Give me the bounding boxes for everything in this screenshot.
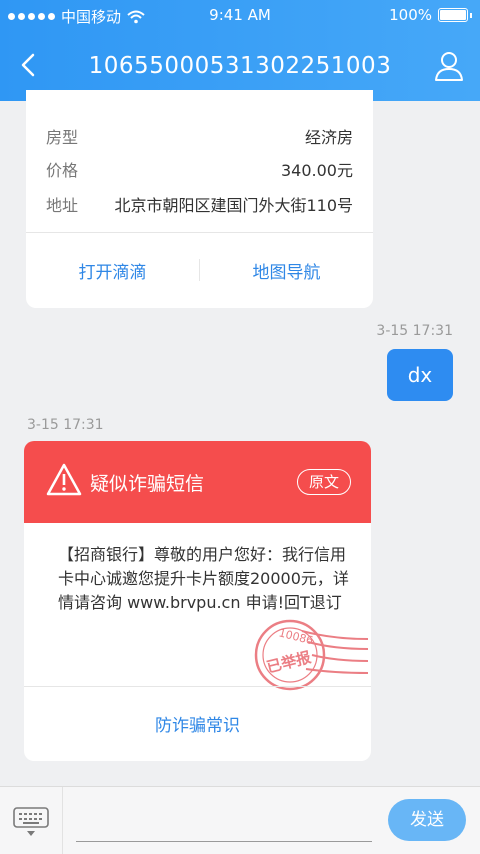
sent-message-bubble[interactable]: dx — [387, 349, 453, 401]
divider — [26, 232, 373, 233]
send-button[interactable]: 发送 — [388, 799, 466, 841]
battery-icon — [438, 8, 468, 22]
reported-stamp-icon: 10086 已举报 — [254, 619, 369, 691]
warning-triangle-icon — [46, 463, 82, 496]
fraud-warning-title: 疑似诈骗短信 — [90, 473, 205, 495]
message-composer: 发送 — [0, 786, 480, 854]
fraud-warning-card: 疑似诈骗短信 原文 【招商银行】尊敬的用户您好：我行信用卡中心诚邀您提升卡片额度… — [24, 441, 371, 761]
info-value: 北京市朝阳区建国门外大街110号 — [114, 196, 353, 215]
status-bar: 中国移动 9:41 AM 100% — [0, 0, 480, 32]
sms-body-text: 【招商银行】尊敬的用户您好：我行信用卡中心诚邀您提升卡片额度20000元，详情请… — [58, 545, 349, 612]
divider — [24, 686, 371, 687]
map-navigation-button[interactable]: 地图导航 — [200, 258, 373, 283]
message-timestamp: 3-15 17:31 — [27, 417, 104, 433]
info-key: 价格 — [46, 161, 79, 180]
info-key: 房型 — [46, 128, 79, 147]
message-input[interactable] — [76, 841, 372, 842]
anti-fraud-tips-link[interactable]: 防诈骗常识 — [24, 711, 371, 736]
info-row-type: 房型 经济房 — [46, 124, 353, 154]
divider — [62, 787, 63, 854]
message-timestamp: 3-15 17:31 — [376, 323, 453, 339]
open-didi-button[interactable]: 打开滴滴 — [26, 258, 199, 283]
battery-label: 100% — [389, 6, 432, 24]
page-title: 10655000531302251003 — [88, 53, 392, 79]
info-key: 地址 — [46, 196, 79, 215]
svg-text:已举报: 已举报 — [265, 648, 313, 676]
info-value: 340.00元 — [281, 161, 353, 180]
fraud-warning-header: 疑似诈骗短信 原文 — [24, 441, 371, 523]
header-bar: 中国移动 9:41 AM 100% 10655000531302251003 — [0, 0, 480, 101]
info-value: 经济房 — [304, 128, 353, 147]
info-row-address: 地址 北京市朝阳区建国门外大街110号 — [46, 192, 353, 222]
nav-bar: 10655000531302251003 — [0, 40, 480, 94]
original-text-button[interactable]: 原文 — [297, 469, 351, 495]
user-profile-icon[interactable] — [434, 50, 464, 82]
hotel-info-card: 房型 经济房 价格 340.00元 地址 北京市朝阳区建国门外大街110号 打开… — [26, 90, 373, 308]
keyboard-icon[interactable] — [12, 805, 50, 839]
info-row-price: 价格 340.00元 — [46, 157, 353, 187]
svg-text:10086: 10086 — [277, 626, 314, 647]
card-actions: 打开滴滴 地图导航 — [26, 250, 373, 290]
